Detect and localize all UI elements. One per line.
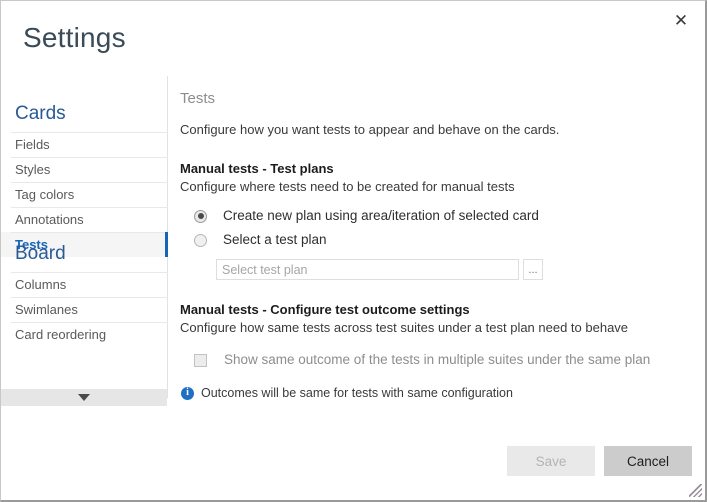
cancel-button[interactable]: Cancel: [604, 446, 692, 476]
info-icon: i: [181, 386, 194, 400]
checkbox-show-same-outcome[interactable]: [194, 353, 207, 367]
sidebar-item-swimlanes[interactable]: Swimlanes: [1, 297, 168, 322]
page-title: Settings: [23, 22, 126, 53]
checkbox-row-show-same-outcome[interactable]: Show same outcome of the tests in multip…: [180, 352, 695, 368]
test-plans-section: Manual tests - Test plans Configure wher…: [180, 160, 695, 280]
sidebar-group-board-title: Board: [15, 243, 66, 264]
radio-option-select-test-plan[interactable]: Select a test plan: [180, 232, 695, 248]
sidebar-scroll-down-button[interactable]: [1, 389, 167, 406]
close-icon[interactable]: ✕: [665, 5, 697, 35]
sidebar-item-tag-colors[interactable]: Tag colors: [1, 182, 168, 207]
test-plan-browse-button[interactable]: ...: [523, 259, 543, 280]
checkbox-label-show-same-outcome: Show same outcome of the tests in multip…: [224, 352, 651, 367]
save-button[interactable]: Save: [507, 446, 595, 476]
sidebar-item-card-reordering[interactable]: Card reordering: [1, 322, 168, 347]
sidebar-group-cards-title: Cards: [15, 103, 66, 124]
test-outcome-section: Manual tests - Configure test outcome se…: [180, 301, 695, 401]
test-plans-section-title: Manual tests - Test plans: [180, 161, 334, 176]
settings-sidebar: Cards Fields Styles Tag colors Annotatio…: [1, 76, 168, 398]
content-title: Tests: [180, 90, 216, 107]
chevron-down-icon: [78, 394, 90, 401]
test-outcome-section-title: Manual tests - Configure test outcome se…: [180, 302, 470, 317]
info-message: i Outcomes will be same for tests with s…: [180, 385, 695, 401]
test-plan-input[interactable]: [216, 259, 519, 280]
test-plans-section-subtitle: Configure where tests need to be created…: [180, 179, 515, 194]
sidebar-group-board-list: Columns Swimlanes Card reordering: [1, 272, 168, 347]
resize-grip[interactable]: [689, 484, 702, 497]
test-plan-field-row: ...: [180, 259, 695, 280]
settings-content-panel: Tests Configure how you want tests to ap…: [180, 89, 695, 401]
settings-dialog: Settings ✕ Cards Fields Styles Tag color…: [0, 0, 707, 502]
info-message-text: Outcomes will be same for tests with sam…: [201, 386, 513, 400]
sidebar-item-annotations[interactable]: Annotations: [1, 207, 168, 232]
radio-label-select-test-plan: Select a test plan: [223, 232, 327, 247]
content-intro-text: Configure how you want tests to appear a…: [180, 122, 560, 137]
dialog-footer: Save Cancel: [507, 446, 692, 476]
radio-button-select-test-plan[interactable]: [194, 233, 207, 247]
sidebar-item-fields[interactable]: Fields: [1, 132, 168, 157]
radio-label-create-new-plan: Create new plan using area/iteration of …: [223, 208, 539, 223]
sidebar-group-cards-list: Fields Styles Tag colors Annotations Tes…: [1, 132, 168, 257]
test-outcome-section-subtitle: Configure how same tests across test sui…: [180, 320, 629, 335]
sidebar-item-columns[interactable]: Columns: [1, 272, 168, 297]
radio-option-create-new-plan[interactable]: Create new plan using area/iteration of …: [180, 208, 695, 224]
sidebar-item-styles[interactable]: Styles: [1, 157, 168, 182]
radio-button-create-new-plan[interactable]: [194, 209, 207, 223]
